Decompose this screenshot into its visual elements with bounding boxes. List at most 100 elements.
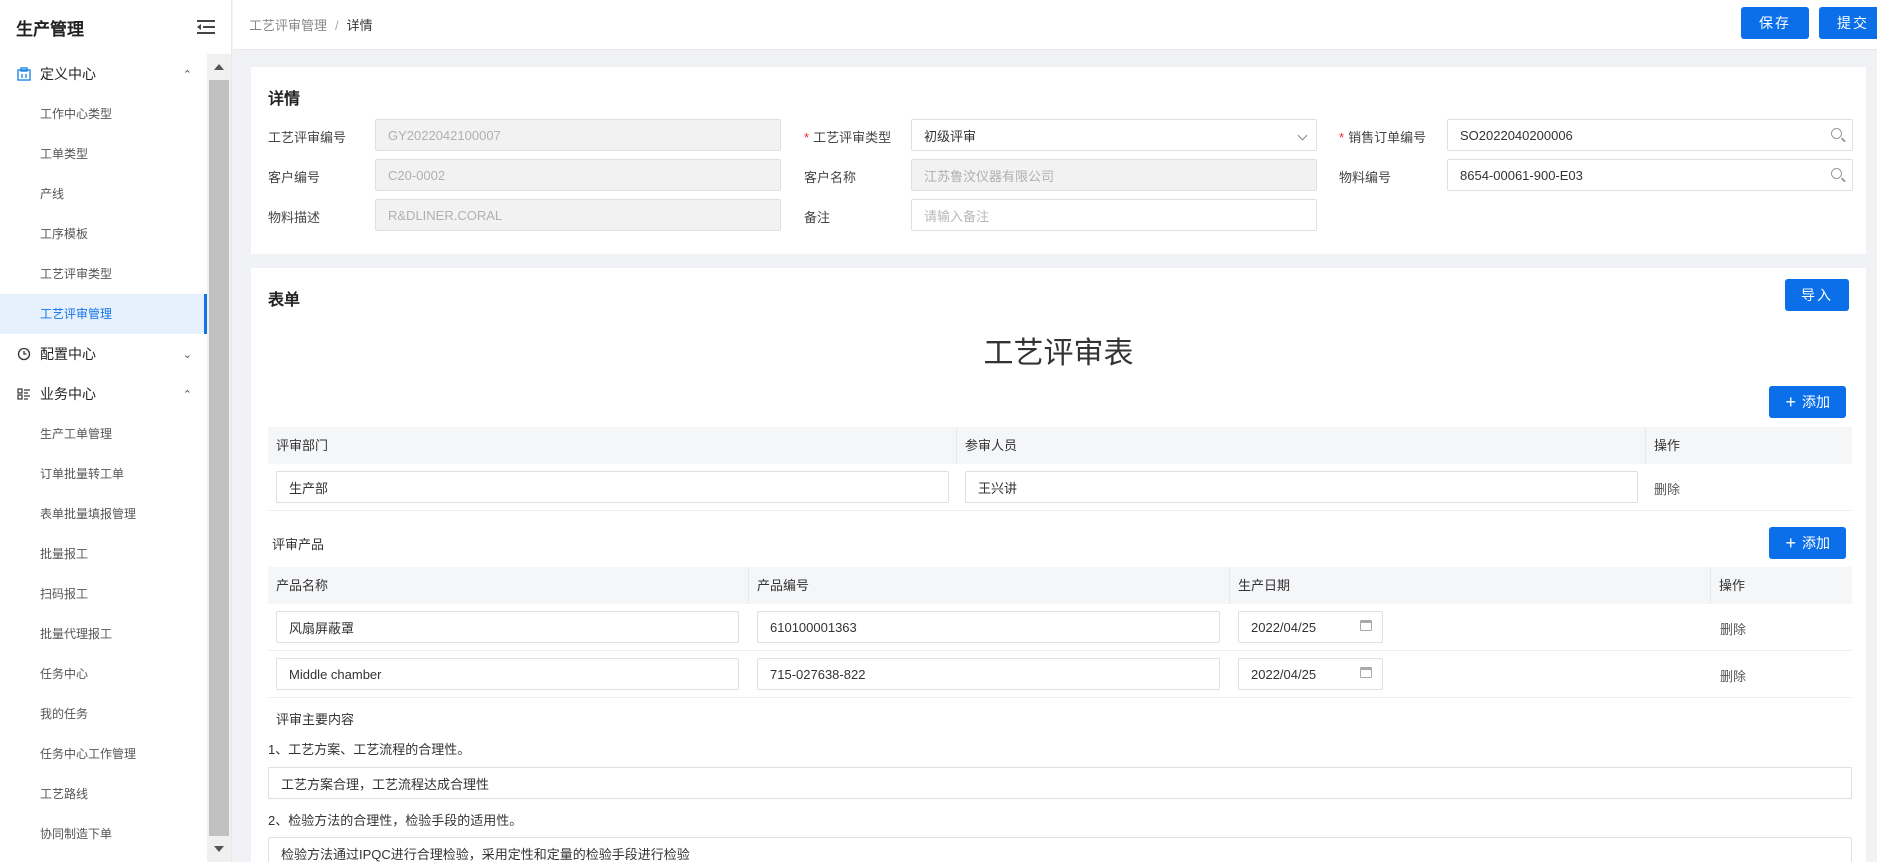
form-title: 表单 (268, 292, 301, 309)
production-date-picker[interactable]: 2022/04/25 (1238, 658, 1383, 690)
sidebar-group-business[interactable]: 业务中心 ⌃ (0, 374, 208, 414)
sidebar-item-production-line[interactable]: 产线 (0, 174, 208, 214)
person-input[interactable]: 王兴讲 (965, 471, 1638, 503)
sidebar-item-my-tasks[interactable]: 我的任务 (0, 694, 208, 734)
question-1: 1、工艺方案、工艺流程的合理性。 (268, 742, 471, 757)
sidebar-item-batch-report[interactable]: 批量报工 (0, 534, 208, 574)
product-code-input[interactable]: 610100001363 (757, 611, 1220, 643)
sidebar-item-work-order-type[interactable]: 工单类型 (0, 134, 208, 174)
table-row: 生产部 王兴讲 删除 (268, 464, 1852, 511)
sidebar-menu: 定义中心 ⌃ 工作中心类型 工单类型 产线 工序模板 工艺评审类型 工艺评审管理… (0, 54, 208, 862)
column-header: 产品名称 (268, 567, 749, 604)
sidebar-item-process-template[interactable]: 工序模板 (0, 214, 208, 254)
sidebar-group-label: 配置中心 (40, 346, 96, 362)
sidebar: 生产管理 定义中心 ⌃ 工作中心类型 工单类型 产线 工序模板 工艺评审类型 工… (0, 0, 232, 862)
delete-link[interactable]: 删除 (1720, 619, 1746, 638)
remark-input[interactable]: 请输入备注 (911, 199, 1317, 231)
sidebar-group-label: 定义中心 (40, 66, 96, 82)
column-header: 产品编号 (749, 567, 1230, 604)
product-name-input[interactable]: 风扇屏蔽罩 (276, 611, 739, 643)
scroll-up-icon[interactable] (214, 64, 224, 70)
sidebar-group-config[interactable]: 配置中心 ⌄ (0, 334, 208, 374)
add-product-button[interactable]: + 添加 (1769, 527, 1846, 559)
production-date-picker[interactable]: 2022/04/25 (1238, 611, 1383, 643)
detail-card: 详情 工艺评审编号 GY2022042100007 * 工艺评审类型 初级评审 *… (251, 67, 1866, 254)
search-icon[interactable] (1831, 168, 1842, 179)
chevron-up-icon: ⌃ (182, 388, 192, 401)
material-no-field[interactable]: 8654-00061-900-E03 (1447, 159, 1853, 191)
submit-button[interactable]: 提交 (1819, 7, 1877, 39)
column-header: 操作 (1654, 438, 1681, 453)
product-section-title: 评审产品 (272, 537, 325, 552)
calendar-icon (1360, 667, 1372, 678)
detail-title: 详情 (268, 91, 301, 108)
save-button[interactable]: 保存 (1741, 7, 1809, 39)
chevron-down-icon (1297, 130, 1308, 141)
delete-link[interactable]: 删除 (1654, 479, 1680, 498)
chevron-down-icon: ⌄ (182, 348, 192, 361)
calendar-icon (1360, 620, 1372, 631)
column-header: 评审部门 (268, 427, 957, 464)
sales-order-label: * 销售订单编号 (1339, 130, 1427, 145)
import-button[interactable]: 导入 (1785, 279, 1849, 311)
sidebar-scrollbar[interactable] (207, 54, 231, 862)
sidebar-item-task-center[interactable]: 任务中心 (0, 654, 208, 694)
form-card: 表单 导入 工艺评审表 + 添加 评审部门 参审人员 操作 生产部 王兴讲 删除 … (251, 268, 1866, 862)
clock-icon (16, 346, 32, 362)
plus-icon: + (1785, 392, 1796, 412)
dept-table-header: 评审部门 参审人员 操作 (268, 427, 1852, 464)
customer-no-label: 客户编号 (268, 170, 321, 185)
breadcrumb-parent[interactable]: 工艺评审管理 (249, 18, 327, 33)
review-no-label: 工艺评审编号 (268, 130, 347, 145)
top-actions: 保存 提交 (1741, 7, 1877, 39)
sidebar-item-production-order[interactable]: 生产工单管理 (0, 414, 208, 454)
topbar: 工艺评审管理 / 详情 保存 提交 (233, 0, 1877, 50)
remark-label: 备注 (804, 210, 831, 225)
sidebar-item-review-type[interactable]: 工艺评审类型 (0, 254, 208, 294)
breadcrumb-separator: / (335, 18, 339, 33)
sidebar-item-batch-order-convert[interactable]: 订单批量转工单 (0, 454, 208, 494)
dept-input[interactable]: 生产部 (276, 471, 949, 503)
sidebar-item-work-center-type[interactable]: 工作中心类型 (0, 94, 208, 134)
product-name-input[interactable]: Middle chamber (276, 658, 739, 690)
sidebar-item-review-management[interactable]: 工艺评审管理 (0, 294, 208, 334)
answer-2-input[interactable]: 检验方法通过IPQC进行合理检验，采用定性和定量的检验手段进行检验 (268, 837, 1852, 862)
add-dept-button[interactable]: + 添加 (1769, 386, 1846, 418)
menu-collapse-icon[interactable] (197, 19, 215, 35)
form-heading: 工艺评审表 (983, 337, 1134, 370)
material-desc-field: R&DLINER.CORAL (375, 199, 781, 231)
review-type-select[interactable]: 初级评审 (911, 119, 1317, 151)
column-header: 生产日期 (1230, 567, 1711, 604)
material-no-label: 物料编号 (1339, 170, 1392, 185)
customer-no-field: C20-0002 (375, 159, 781, 191)
sidebar-item-process-route[interactable]: 工艺路线 (0, 774, 208, 814)
sales-order-field[interactable]: SO2022040200006 (1447, 119, 1853, 151)
answer-1-input[interactable]: 工艺方案合理，工艺流程达成合理性 (268, 767, 1852, 799)
customer-name-label: 客户名称 (804, 170, 857, 185)
chevron-up-icon: ⌃ (182, 68, 192, 81)
column-header: 操作 (1719, 578, 1746, 593)
breadcrumb: 工艺评审管理 / 详情 (249, 15, 373, 34)
sidebar-group-definition[interactable]: 定义中心 ⌃ (0, 54, 208, 94)
question-2: 2、检验方法的合理性，检验手段的适用性。 (268, 813, 523, 828)
sidebar-item-task-center-work[interactable]: 任务中心工作管理 (0, 734, 208, 774)
sidebar-item-batch-proxy-report[interactable]: 批量代理报工 (0, 614, 208, 654)
table-row: Middle chamber 715-027638-822 2022/04/25… (268, 651, 1852, 698)
customer-name-field: 江苏鲁汶仪器有限公司 (911, 159, 1317, 191)
list-icon (16, 386, 32, 402)
table-row: 风扇屏蔽罩 610100001363 2022/04/25 删除 (268, 604, 1852, 651)
plus-icon: + (1785, 533, 1796, 553)
sidebar-item-collab-order[interactable]: 协同制造下单 (0, 814, 208, 854)
scroll-down-icon[interactable] (214, 846, 224, 852)
search-icon[interactable] (1831, 128, 1842, 139)
sidebar-item-batch-form-report[interactable]: 表单批量填报管理 (0, 494, 208, 534)
material-desc-label: 物料描述 (268, 210, 321, 225)
delete-link[interactable]: 删除 (1720, 666, 1746, 685)
product-code-input[interactable]: 715-027638-822 (757, 658, 1220, 690)
breadcrumb-current: 详情 (346, 18, 373, 33)
review-type-label: * 工艺评审类型 (804, 130, 892, 145)
column-header: 参审人员 (957, 427, 1646, 464)
content-section-title: 评审主要内容 (276, 712, 355, 727)
scrollbar-thumb[interactable] (209, 80, 229, 836)
sidebar-item-scan-report[interactable]: 扫码报工 (0, 574, 208, 614)
